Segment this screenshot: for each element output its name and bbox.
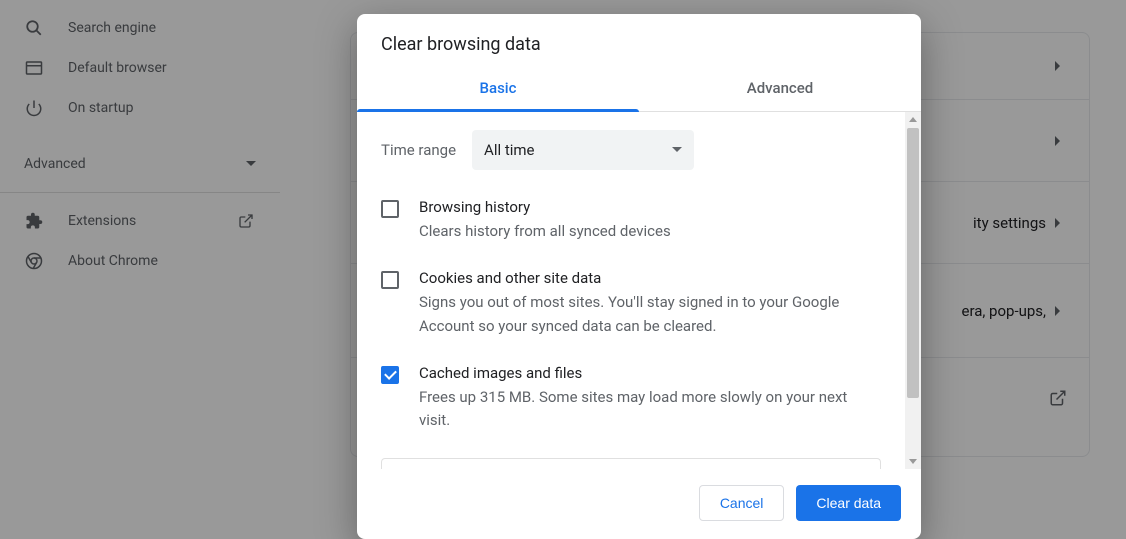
cancel-button[interactable]: Cancel bbox=[699, 485, 785, 521]
option-title: Browsing history bbox=[419, 198, 881, 216]
dialog-title: Clear browsing data bbox=[357, 14, 921, 67]
time-range-select[interactable]: All time bbox=[472, 130, 694, 170]
option-title: Cookies and other site data bbox=[419, 269, 881, 287]
dialog-body: Time range All time Browsing history Cle… bbox=[357, 112, 921, 469]
checkbox-cached-images[interactable] bbox=[381, 366, 399, 384]
dropdown-arrow-icon bbox=[672, 147, 682, 153]
scroll-up-icon[interactable] bbox=[905, 112, 921, 127]
dialog-scroll-area: Time range All time Browsing history Cle… bbox=[357, 112, 905, 469]
time-range-row: Time range All time bbox=[381, 130, 881, 170]
option-browsing-history: Browsing history Clears history from all… bbox=[381, 198, 881, 243]
checkbox-browsing-history[interactable] bbox=[381, 200, 399, 218]
option-cached-images: Cached images and files Frees up 315 MB.… bbox=[381, 364, 881, 433]
option-title: Cached images and files bbox=[419, 364, 881, 382]
dialog-footer: Cancel Clear data bbox=[357, 469, 921, 539]
dialog-scrollbar[interactable] bbox=[905, 112, 921, 469]
option-description: Signs you out of most sites. You'll stay… bbox=[419, 291, 881, 338]
scroll-down-icon[interactable] bbox=[905, 454, 921, 469]
scroll-thumb[interactable] bbox=[907, 128, 919, 398]
tab-advanced[interactable]: Advanced bbox=[639, 67, 921, 111]
partial-info-row bbox=[381, 458, 881, 469]
option-description: Frees up 315 MB. Some sites may load mor… bbox=[419, 386, 881, 433]
clear-browsing-data-dialog: Clear browsing data Basic Advanced Time … bbox=[357, 14, 921, 539]
tab-basic[interactable]: Basic bbox=[357, 67, 639, 111]
time-range-value: All time bbox=[484, 141, 672, 159]
time-range-label: Time range bbox=[381, 141, 456, 159]
option-description: Clears history from all synced devices bbox=[419, 220, 881, 243]
clear-data-button[interactable]: Clear data bbox=[796, 485, 901, 521]
dialog-tabs: Basic Advanced bbox=[357, 67, 921, 112]
option-cookies: Cookies and other site data Signs you ou… bbox=[381, 269, 881, 338]
checkbox-cookies[interactable] bbox=[381, 271, 399, 289]
